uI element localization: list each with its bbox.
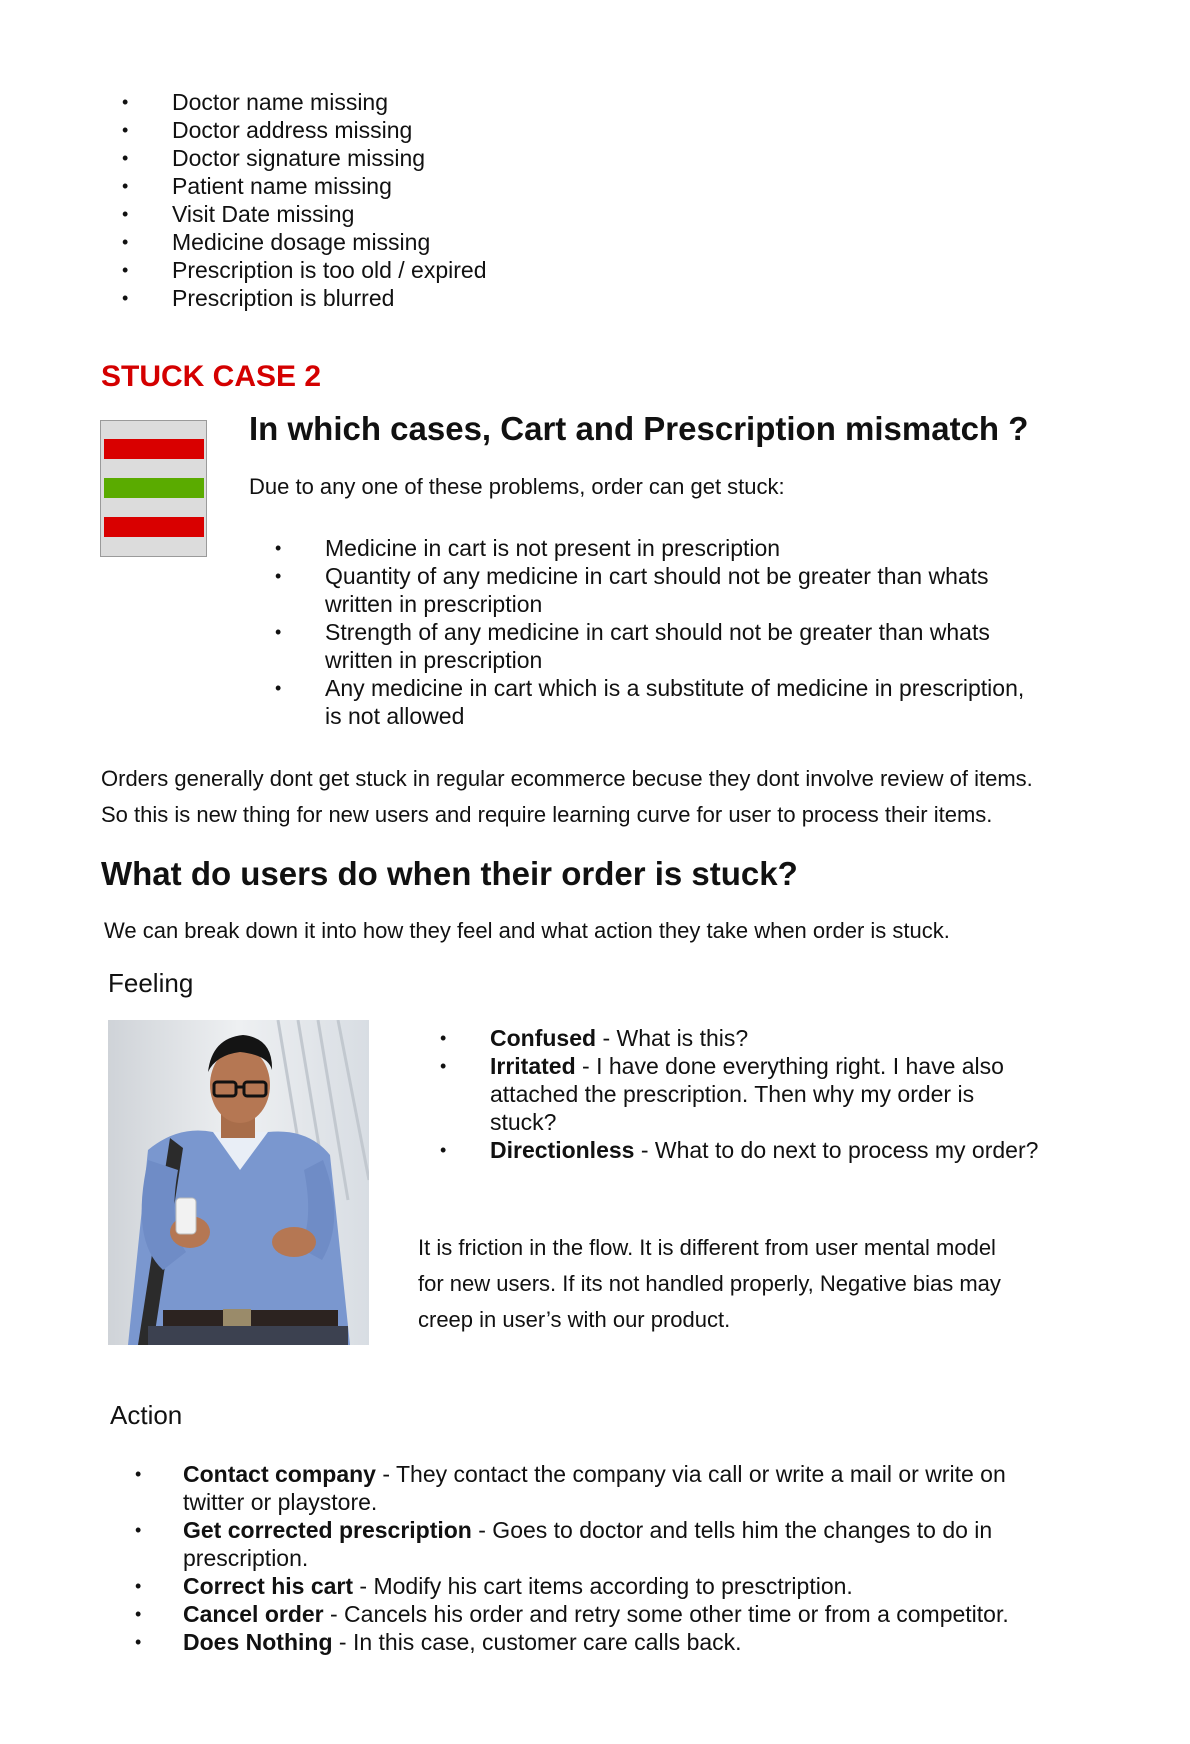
list-item: • Get corrected prescription - Goes to do… bbox=[135, 1517, 993, 1571]
section-heading: In which cases, Cart and Prescription mi… bbox=[249, 410, 1029, 447]
bullet: • bbox=[122, 176, 129, 196]
list-item: • Prescription is blurred bbox=[122, 285, 395, 311]
section-intro: We can break down it into how they feel … bbox=[104, 918, 950, 943]
red-bar bbox=[104, 517, 204, 537]
mismatch-cases-list: • Medicine in cart is not present in pres… bbox=[275, 534, 1085, 730]
bullet: • bbox=[122, 120, 129, 140]
bullet: • bbox=[135, 1520, 142, 1540]
bullet: • bbox=[275, 566, 282, 586]
list-item: • Does Nothing - In this case, customer c… bbox=[135, 1629, 742, 1655]
section-intro: Due to any one of these problems, order … bbox=[249, 474, 785, 499]
list-item: • Irritated - I have done everything righ… bbox=[440, 1053, 1004, 1135]
bullet: • bbox=[135, 1576, 142, 1596]
feelings-list: • Confused - What is this? • Irritated - I… bbox=[440, 1024, 1090, 1164]
bullet: • bbox=[440, 1056, 447, 1076]
list-item: • Doctor name missing bbox=[122, 89, 389, 115]
confused-user-image bbox=[108, 1020, 369, 1345]
bullet: • bbox=[275, 678, 282, 698]
list-item: • Any medicine in cart which is a substit… bbox=[275, 675, 1025, 729]
list-item: • Medicine in cart is not present in pres… bbox=[275, 535, 781, 561]
bullet: • bbox=[122, 288, 129, 308]
list-item: • Doctor address missing bbox=[122, 117, 413, 143]
list-item: • Patient name missing bbox=[122, 173, 392, 199]
subsection-heading: Action bbox=[110, 1400, 183, 1430]
friction-paragraph: It is friction in the flow. It is differ… bbox=[418, 1235, 1001, 1332]
green-bar bbox=[104, 478, 204, 498]
missing-details-list: • Doctor name missing • Doctor address mis… bbox=[122, 88, 487, 312]
subsection-heading: Feeling bbox=[108, 968, 194, 998]
red-bar bbox=[104, 439, 204, 459]
list-item: • Cancel order - Cancels his order and re… bbox=[135, 1601, 1009, 1627]
list-item: • Confused - What is this? bbox=[440, 1025, 749, 1051]
list-item: • Medicine dosage missing bbox=[122, 229, 431, 255]
list-item: • Quantity of any medicine in cart should… bbox=[275, 563, 989, 617]
list-item: • Strength of any medicine in cart should… bbox=[275, 619, 990, 673]
bullet: • bbox=[275, 538, 282, 558]
bullet: • bbox=[275, 622, 282, 642]
bullet: • bbox=[122, 232, 129, 252]
explanation-paragraph: Orders generally dont get stuck in regul… bbox=[101, 766, 1033, 827]
bullet: • bbox=[440, 1140, 447, 1160]
bullet: • bbox=[440, 1028, 447, 1048]
bullet: • bbox=[122, 92, 129, 112]
actions-list: • Contact company - They contact the comp… bbox=[135, 1460, 1083, 1656]
section-heading: What do users do when their order is stu… bbox=[101, 855, 798, 892]
list-item: • Correct his cart - Modify his cart item… bbox=[135, 1573, 853, 1599]
list-item: • Prescription is too old / expired bbox=[122, 257, 487, 283]
list-item: • Visit Date missing bbox=[122, 201, 355, 227]
list-item: • Directionless - What to do next to proc… bbox=[440, 1137, 1039, 1163]
stuck-status-icon bbox=[100, 420, 207, 557]
bullet: • bbox=[122, 148, 129, 168]
bullet: • bbox=[122, 260, 129, 280]
list-item: • Contact company - They contact the comp… bbox=[135, 1461, 1006, 1515]
list-item: • Doctor signature missing bbox=[122, 145, 426, 171]
bullet: • bbox=[135, 1464, 142, 1484]
stuck-case-title: STUCK CASE 2 bbox=[101, 360, 322, 393]
bullet: • bbox=[135, 1604, 142, 1624]
bullet: • bbox=[122, 204, 129, 224]
bullet: • bbox=[135, 1632, 142, 1652]
